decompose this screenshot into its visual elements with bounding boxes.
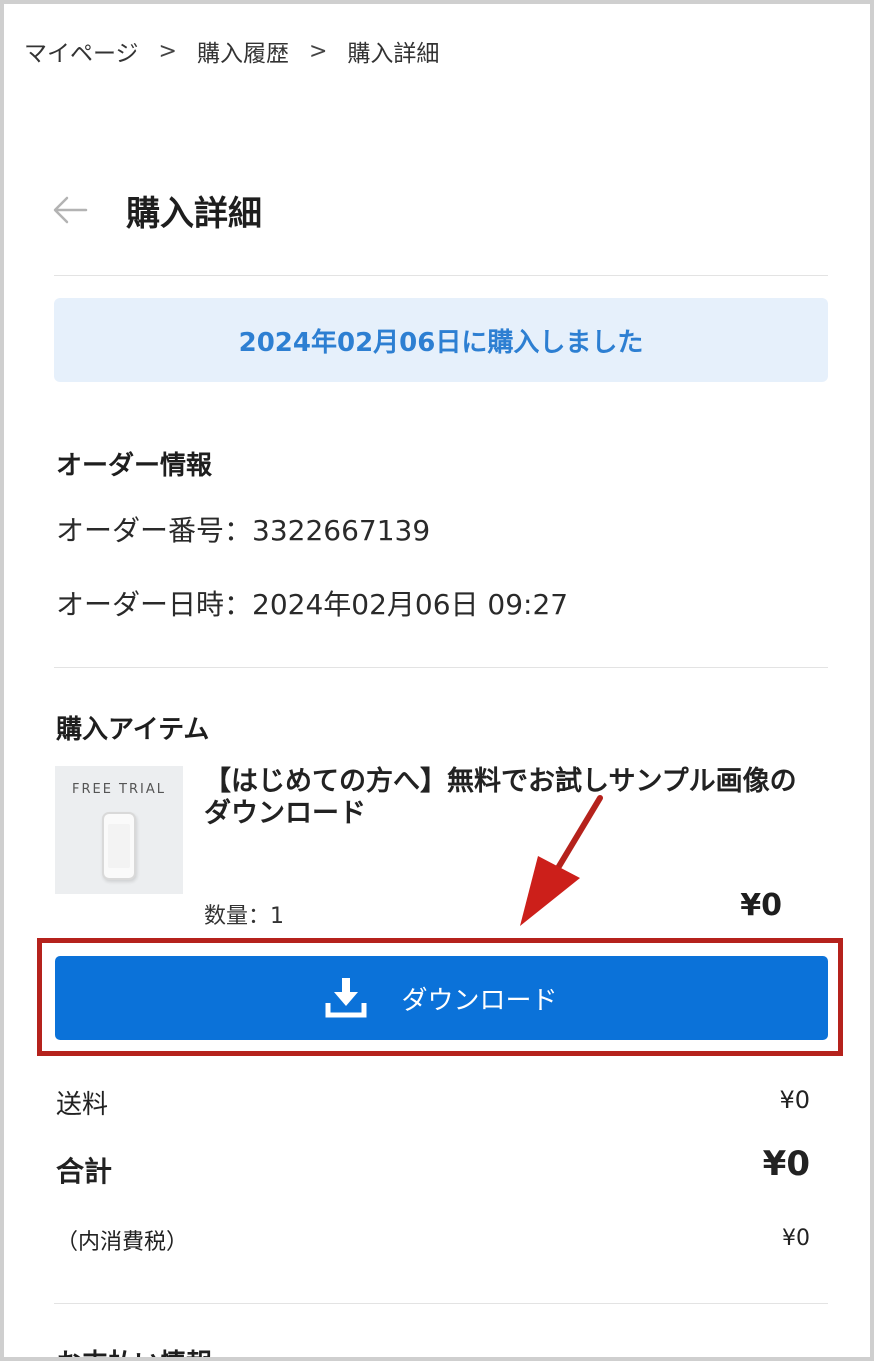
breadcrumb: マイページ > 購入履歴 > 購入詳細 <box>24 34 439 68</box>
order-datetime: オーダー日時：2024年02月06日 09:27 <box>56 588 569 621</box>
phone-image-icon <box>102 812 136 880</box>
total-value: ¥0 <box>762 1144 810 1184</box>
purchase-notice: 2024年02月06日に購入しました <box>54 298 828 382</box>
download-button[interactable]: ダウンロード <box>55 956 828 1040</box>
item-thumbnail: FREE TRIAL <box>55 766 183 894</box>
shipping-value: ¥0 <box>779 1086 810 1114</box>
item-price: ¥0 <box>740 888 782 923</box>
breadcrumb-mypage[interactable]: マイページ <box>24 34 139 68</box>
summary-divider <box>54 1303 828 1304</box>
chevron-right-icon: > <box>158 38 177 64</box>
order-info-heading: オーダー情報 <box>56 451 213 481</box>
page-header: 購入詳細 <box>52 184 262 236</box>
breadcrumb-purchase-history[interactable]: 購入履歴 <box>197 34 289 68</box>
page-title: 購入詳細 <box>126 193 262 234</box>
payment-heading: お支払い情報 <box>56 1343 212 1357</box>
download-button-label: ダウンロード <box>401 985 558 1016</box>
order-number: オーダー番号：3322667139 <box>56 514 431 547</box>
order-divider <box>54 667 828 668</box>
chevron-right-icon: > <box>308 38 328 64</box>
breadcrumb-current: 購入詳細 <box>347 41 440 67</box>
tax-value: ¥0 <box>782 1226 810 1251</box>
arrow-left-icon[interactable] <box>52 195 88 225</box>
items-heading: 購入アイテム <box>56 715 210 745</box>
download-icon <box>325 978 367 1018</box>
total-label: 合計 <box>56 1155 113 1188</box>
header-divider <box>54 275 828 276</box>
thumbnail-label: FREE TRIAL <box>71 782 166 797</box>
annotation-arrow-icon <box>520 795 603 926</box>
purchase-notice-text: 2024年02月06日に購入しました <box>238 327 644 358</box>
shipping-label: 送料 <box>56 1090 109 1120</box>
item-quantity: 数量：1 <box>204 904 284 929</box>
tax-label: （内消費税） <box>56 1230 189 1255</box>
page-frame: マイページ > 購入履歴 > 購入詳細 購入詳細 2024年02月06日に購入し… <box>0 0 874 1361</box>
